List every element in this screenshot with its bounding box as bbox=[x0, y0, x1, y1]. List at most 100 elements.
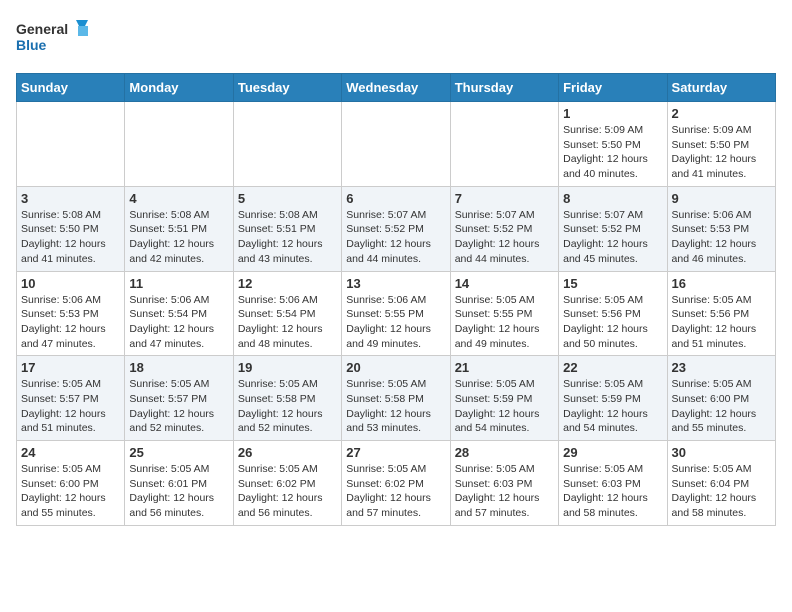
day-number: 4 bbox=[129, 191, 228, 206]
day-number: 25 bbox=[129, 445, 228, 460]
calendar-cell: 4 Sunrise: 5:08 AMSunset: 5:51 PMDaylight… bbox=[125, 186, 233, 271]
day-info: Sunrise: 5:05 AMSunset: 5:57 PMDaylight:… bbox=[129, 377, 228, 436]
day-number: 3 bbox=[21, 191, 120, 206]
day-info: Sunrise: 5:05 AMSunset: 6:03 PMDaylight:… bbox=[455, 462, 554, 521]
calendar-cell: 30Sunrise: 5:05 AMSunset: 6:04 PMDayligh… bbox=[667, 441, 775, 526]
day-number: 9 bbox=[672, 191, 771, 206]
calendar-cell: 8 Sunrise: 5:07 AMSunset: 5:52 PMDaylight… bbox=[559, 186, 667, 271]
calendar-week-0: 1 Sunrise: 5:09 AMSunset: 5:50 PMDaylight… bbox=[17, 102, 776, 187]
day-info: Sunrise: 5:07 AMSunset: 5:52 PMDaylight:… bbox=[455, 208, 554, 267]
calendar-cell: 6 Sunrise: 5:07 AMSunset: 5:52 PMDaylight… bbox=[342, 186, 450, 271]
calendar-cell: 21Sunrise: 5:05 AMSunset: 5:59 PMDayligh… bbox=[450, 356, 558, 441]
day-info: Sunrise: 5:05 AMSunset: 5:59 PMDaylight:… bbox=[455, 377, 554, 436]
calendar-cell: 26 Sunrise: 5:05 AMSunset: 6:02 PMDayligh… bbox=[233, 441, 341, 526]
day-info: Sunrise: 5:09 AMSunset: 5:50 PMDaylight:… bbox=[563, 123, 662, 182]
calendar-cell: 27Sunrise: 5:05 AMSunset: 6:02 PMDayligh… bbox=[342, 441, 450, 526]
weekday-header-row: SundayMondayTuesdayWednesdayThursdayFrid… bbox=[17, 74, 776, 102]
calendar-cell: 12 Sunrise: 5:06 AMSunset: 5:54 PMDayligh… bbox=[233, 271, 341, 356]
weekday-header-wednesday: Wednesday bbox=[342, 74, 450, 102]
day-number: 6 bbox=[346, 191, 445, 206]
day-info: Sunrise: 5:05 AMSunset: 6:03 PMDaylight:… bbox=[563, 462, 662, 521]
day-info: Sunrise: 5:05 AMSunset: 6:04 PMDaylight:… bbox=[672, 462, 771, 521]
day-info: Sunrise: 5:08 AMSunset: 5:51 PMDaylight:… bbox=[129, 208, 228, 267]
day-number: 22 bbox=[563, 360, 662, 375]
day-number: 13 bbox=[346, 276, 445, 291]
day-number: 17 bbox=[21, 360, 120, 375]
calendar-body: 1 Sunrise: 5:09 AMSunset: 5:50 PMDaylight… bbox=[17, 102, 776, 526]
calendar-header: SundayMondayTuesdayWednesdayThursdayFrid… bbox=[17, 74, 776, 102]
day-info: Sunrise: 5:06 AMSunset: 5:53 PMDaylight:… bbox=[672, 208, 771, 267]
day-number: 12 bbox=[238, 276, 337, 291]
day-info: Sunrise: 5:07 AMSunset: 5:52 PMDaylight:… bbox=[346, 208, 445, 267]
day-number: 23 bbox=[672, 360, 771, 375]
day-info: Sunrise: 5:05 AMSunset: 6:00 PMDaylight:… bbox=[21, 462, 120, 521]
day-number: 1 bbox=[563, 106, 662, 121]
day-info: Sunrise: 5:05 AMSunset: 6:01 PMDaylight:… bbox=[129, 462, 228, 521]
weekday-header-sunday: Sunday bbox=[17, 74, 125, 102]
day-info: Sunrise: 5:08 AMSunset: 5:51 PMDaylight:… bbox=[238, 208, 337, 267]
weekday-header-thursday: Thursday bbox=[450, 74, 558, 102]
day-number: 7 bbox=[455, 191, 554, 206]
day-number: 11 bbox=[129, 276, 228, 291]
day-number: 27 bbox=[346, 445, 445, 460]
day-number: 28 bbox=[455, 445, 554, 460]
day-info: Sunrise: 5:05 AMSunset: 5:56 PMDaylight:… bbox=[563, 293, 662, 352]
logo-svg: General Blue bbox=[16, 16, 96, 61]
calendar-cell: 22Sunrise: 5:05 AMSunset: 5:59 PMDayligh… bbox=[559, 356, 667, 441]
calendar-week-1: 3 Sunrise: 5:08 AMSunset: 5:50 PMDaylight… bbox=[17, 186, 776, 271]
calendar-cell: 28 Sunrise: 5:05 AMSunset: 6:03 PMDayligh… bbox=[450, 441, 558, 526]
calendar-cell: 13 Sunrise: 5:06 AMSunset: 5:55 PMDayligh… bbox=[342, 271, 450, 356]
day-info: Sunrise: 5:06 AMSunset: 5:54 PMDaylight:… bbox=[238, 293, 337, 352]
calendar-cell: 20 Sunrise: 5:05 AMSunset: 5:58 PMDayligh… bbox=[342, 356, 450, 441]
calendar-cell: 17 Sunrise: 5:05 AMSunset: 5:57 PMDayligh… bbox=[17, 356, 125, 441]
calendar-cell: 24 Sunrise: 5:05 AMSunset: 6:00 PMDayligh… bbox=[17, 441, 125, 526]
calendar-cell bbox=[450, 102, 558, 187]
calendar-cell: 19Sunrise: 5:05 AMSunset: 5:58 PMDayligh… bbox=[233, 356, 341, 441]
page-header: General Blue bbox=[16, 16, 776, 61]
day-number: 8 bbox=[563, 191, 662, 206]
weekday-header-saturday: Saturday bbox=[667, 74, 775, 102]
day-number: 20 bbox=[346, 360, 445, 375]
day-number: 14 bbox=[455, 276, 554, 291]
day-info: Sunrise: 5:05 AMSunset: 5:58 PMDaylight:… bbox=[346, 377, 445, 436]
day-number: 18 bbox=[129, 360, 228, 375]
day-number: 26 bbox=[238, 445, 337, 460]
calendar-cell: 10 Sunrise: 5:06 AMSunset: 5:53 PMDayligh… bbox=[17, 271, 125, 356]
svg-text:Blue: Blue bbox=[16, 37, 47, 53]
day-info: Sunrise: 5:09 AMSunset: 5:50 PMDaylight:… bbox=[672, 123, 771, 182]
calendar-cell: 23Sunrise: 5:05 AMSunset: 6:00 PMDayligh… bbox=[667, 356, 775, 441]
calendar-cell: 18 Sunrise: 5:05 AMSunset: 5:57 PMDayligh… bbox=[125, 356, 233, 441]
day-number: 2 bbox=[672, 106, 771, 121]
day-info: Sunrise: 5:05 AMSunset: 5:58 PMDaylight:… bbox=[238, 377, 337, 436]
calendar-cell: 3 Sunrise: 5:08 AMSunset: 5:50 PMDaylight… bbox=[17, 186, 125, 271]
calendar-cell: 25 Sunrise: 5:05 AMSunset: 6:01 PMDayligh… bbox=[125, 441, 233, 526]
calendar-week-4: 24 Sunrise: 5:05 AMSunset: 6:00 PMDayligh… bbox=[17, 441, 776, 526]
calendar-cell: 1 Sunrise: 5:09 AMSunset: 5:50 PMDaylight… bbox=[559, 102, 667, 187]
day-info: Sunrise: 5:05 AMSunset: 6:02 PMDaylight:… bbox=[238, 462, 337, 521]
day-info: Sunrise: 5:06 AMSunset: 5:55 PMDaylight:… bbox=[346, 293, 445, 352]
day-info: Sunrise: 5:08 AMSunset: 5:50 PMDaylight:… bbox=[21, 208, 120, 267]
day-info: Sunrise: 5:07 AMSunset: 5:52 PMDaylight:… bbox=[563, 208, 662, 267]
day-number: 24 bbox=[21, 445, 120, 460]
calendar-cell: 9 Sunrise: 5:06 AMSunset: 5:53 PMDaylight… bbox=[667, 186, 775, 271]
day-number: 29 bbox=[563, 445, 662, 460]
weekday-header-tuesday: Tuesday bbox=[233, 74, 341, 102]
calendar-cell bbox=[233, 102, 341, 187]
calendar-cell: 16Sunrise: 5:05 AMSunset: 5:56 PMDayligh… bbox=[667, 271, 775, 356]
day-number: 15 bbox=[563, 276, 662, 291]
day-info: Sunrise: 5:06 AMSunset: 5:53 PMDaylight:… bbox=[21, 293, 120, 352]
calendar-week-2: 10 Sunrise: 5:06 AMSunset: 5:53 PMDayligh… bbox=[17, 271, 776, 356]
calendar-cell bbox=[342, 102, 450, 187]
day-number: 5 bbox=[238, 191, 337, 206]
day-number: 10 bbox=[21, 276, 120, 291]
calendar-cell: 15 Sunrise: 5:05 AMSunset: 5:56 PMDayligh… bbox=[559, 271, 667, 356]
calendar-cell: 2 Sunrise: 5:09 AMSunset: 5:50 PMDaylight… bbox=[667, 102, 775, 187]
weekday-header-monday: Monday bbox=[125, 74, 233, 102]
calendar-cell: 5 Sunrise: 5:08 AMSunset: 5:51 PMDaylight… bbox=[233, 186, 341, 271]
day-info: Sunrise: 5:05 AMSunset: 5:56 PMDaylight:… bbox=[672, 293, 771, 352]
day-info: Sunrise: 5:05 AMSunset: 5:57 PMDaylight:… bbox=[21, 377, 120, 436]
calendar-cell: 29 Sunrise: 5:05 AMSunset: 6:03 PMDayligh… bbox=[559, 441, 667, 526]
calendar-table: SundayMondayTuesdayWednesdayThursdayFrid… bbox=[16, 73, 776, 526]
calendar-cell: 7 Sunrise: 5:07 AMSunset: 5:52 PMDaylight… bbox=[450, 186, 558, 271]
calendar-cell bbox=[125, 102, 233, 187]
